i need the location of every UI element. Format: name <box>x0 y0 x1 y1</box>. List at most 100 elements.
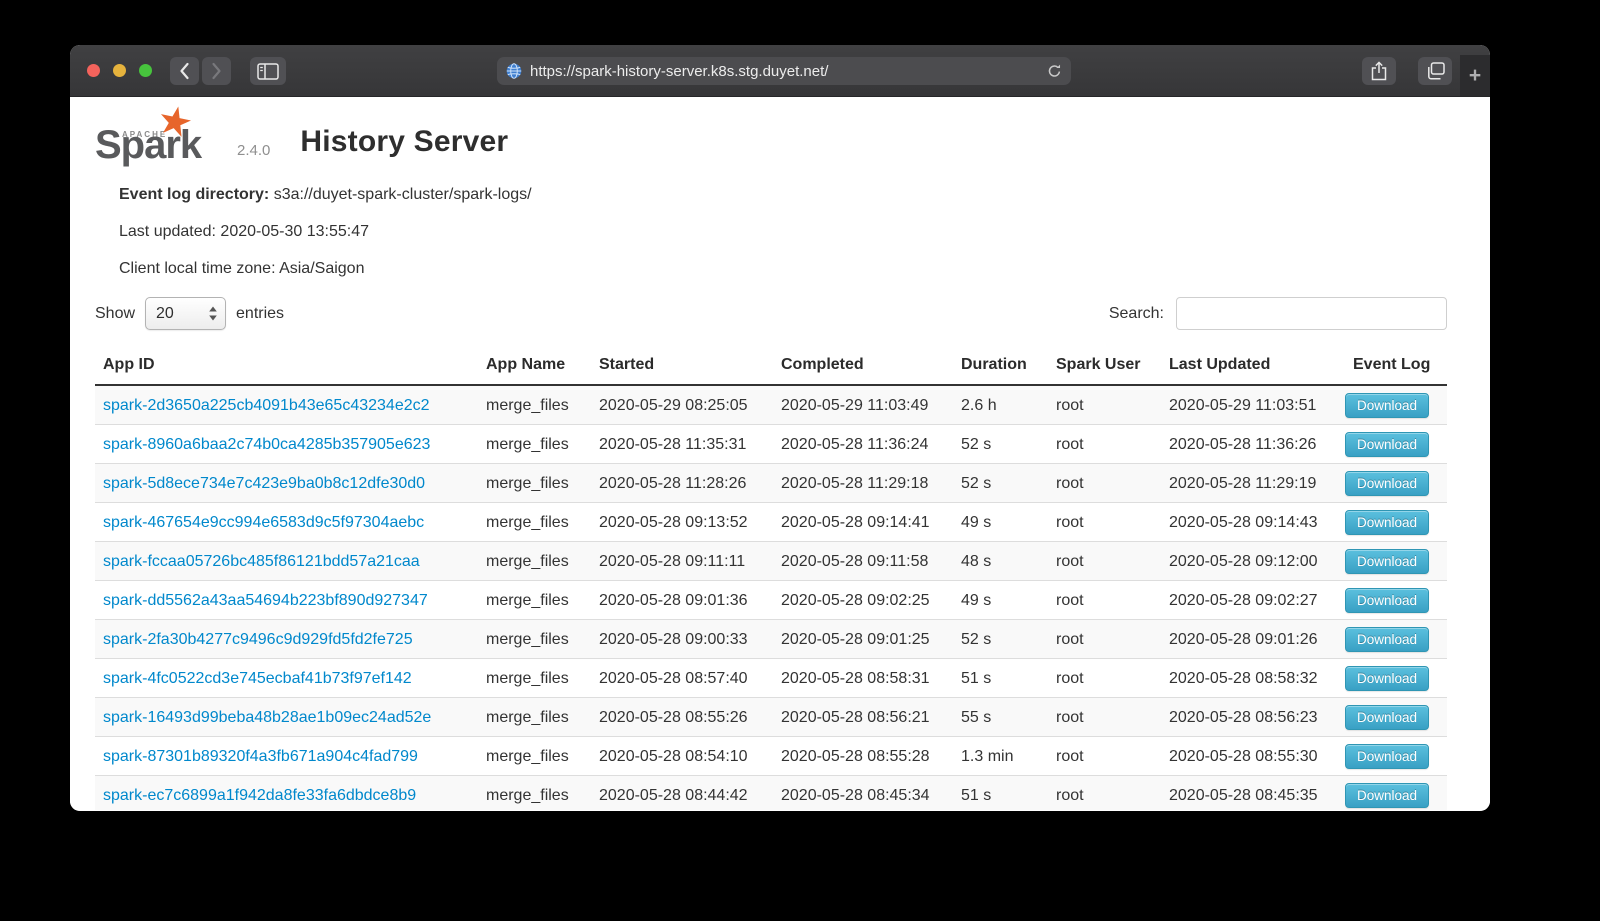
table-row: spark-ec7c6899a1f942da8fe33fa6dbdce8b9me… <box>95 776 1447 811</box>
address-bar[interactable]: https://spark-history-server.k8s.stg.duy… <box>497 57 1071 85</box>
started-cell: 2020-05-28 08:55:26 <box>591 698 773 737</box>
app-id-link[interactable]: spark-fccaa05726bc485f86121bdd57a21caa <box>103 553 420 570</box>
sidebar-toggle-button[interactable] <box>250 57 286 85</box>
app-id-link[interactable]: spark-ec7c6899a1f942da8fe33fa6dbdce8b9 <box>103 787 416 804</box>
table-row: spark-fccaa05726bc485f86121bdd57a21caame… <box>95 542 1447 581</box>
app-id-link[interactable]: spark-8960a6baa2c74b0ca4285b357905e623 <box>103 436 430 453</box>
duration-cell: 52 s <box>953 620 1048 659</box>
event-log-directory-label: Event log directory: <box>119 186 269 203</box>
spark-user-cell: root <box>1048 659 1161 698</box>
duration-cell: 48 s <box>953 542 1048 581</box>
app-name-cell: merge_files <box>478 620 591 659</box>
download-button[interactable]: Download <box>1345 393 1429 418</box>
app-name-cell: merge_files <box>478 385 591 425</box>
download-button[interactable]: Download <box>1345 549 1429 574</box>
globe-icon <box>506 63 522 79</box>
minimize-window-button[interactable] <box>113 64 126 77</box>
duration-cell: 51 s <box>953 776 1048 811</box>
overlapping-squares-icon <box>1426 62 1445 80</box>
spark-user-cell: root <box>1048 464 1161 503</box>
app-id-link[interactable]: spark-467654e9cc994e6583d9c5f97304aebc <box>103 514 424 531</box>
plus-icon: + <box>1469 64 1481 88</box>
column-header-spark-user[interactable]: Spark User <box>1048 350 1161 385</box>
entries-select[interactable]: 20 <box>145 297 226 330</box>
event-log-cell: Download <box>1345 464 1447 503</box>
column-header-last-updated[interactable]: Last Updated <box>1161 350 1345 385</box>
download-button[interactable]: Download <box>1345 666 1429 691</box>
download-button[interactable]: Download <box>1345 705 1429 730</box>
spark-user-cell: root <box>1048 620 1161 659</box>
app-id-cell: spark-dd5562a43aa54694b223bf890d927347 <box>95 581 478 620</box>
event-log-cell: Download <box>1345 425 1447 464</box>
app-name-cell: merge_files <box>478 737 591 776</box>
app-id-link[interactable]: spark-2d3650a225cb4091b43e65c43234e2c2 <box>103 397 430 414</box>
last-updated-cell: 2020-05-29 11:03:51 <box>1161 385 1345 425</box>
event-log-cell: Download <box>1345 385 1447 425</box>
traffic-lights <box>87 64 152 77</box>
duration-cell: 1.3 min <box>953 737 1048 776</box>
download-button[interactable]: Download <box>1345 510 1429 535</box>
download-button[interactable]: Download <box>1345 588 1429 613</box>
download-button[interactable]: Download <box>1345 744 1429 769</box>
reload-icon[interactable] <box>1047 63 1062 79</box>
column-header-completed[interactable]: Completed <box>773 350 953 385</box>
search-input[interactable] <box>1176 297 1447 330</box>
chevron-right-icon <box>211 62 222 80</box>
table-row: spark-87301b89320f4a3fb671a904c4fad799 me… <box>95 737 1447 776</box>
download-button[interactable]: Download <box>1345 471 1429 496</box>
spark-user-cell: root <box>1048 737 1161 776</box>
column-header-app-id[interactable]: App ID <box>95 350 478 385</box>
applications-table: App IDApp NameStartedCompletedDurationSp… <box>95 350 1447 810</box>
app-id-link[interactable]: spark-dd5562a43aa54694b223bf890d927347 <box>103 592 428 609</box>
app-id-cell: spark-87301b89320f4a3fb671a904c4fad799 <box>95 737 478 776</box>
app-id-link[interactable]: spark-4fc0522cd3e745ecbaf41b73f97ef142 <box>103 670 412 687</box>
duration-cell: 52 s <box>953 425 1048 464</box>
completed-cell: 2020-05-28 09:11:58 <box>773 542 953 581</box>
duration-cell: 55 s <box>953 698 1048 737</box>
column-header-duration[interactable]: Duration <box>953 350 1048 385</box>
last-updated-line: Last updated: 2020-05-30 13:55:47 <box>119 222 1447 241</box>
column-header-started[interactable]: Started <box>591 350 773 385</box>
app-id-link[interactable]: spark-5d8ece734e7c423e9ba0b8c12dfe30d0 <box>103 475 425 492</box>
table-row: spark-dd5562a43aa54694b223bf890d927347 me… <box>95 581 1447 620</box>
share-button[interactable] <box>1362 57 1396 85</box>
spark-logo: APACHE Spark ★ <box>95 109 223 165</box>
zoom-window-button[interactable] <box>139 64 152 77</box>
app-id-link[interactable]: spark-16493d99beba48b28ae1b09ec24ad52e <box>103 709 431 726</box>
download-button[interactable]: Download <box>1345 432 1429 457</box>
started-cell: 2020-05-28 08:54:10 <box>591 737 773 776</box>
spark-user-cell: root <box>1048 776 1161 811</box>
forward-button[interactable] <box>202 57 231 85</box>
close-window-button[interactable] <box>87 64 100 77</box>
column-header-app-name[interactable]: App Name <box>478 350 591 385</box>
event-log-cell: Download <box>1345 659 1447 698</box>
download-button[interactable]: Download <box>1345 627 1429 652</box>
app-name-cell: merge_files <box>478 581 591 620</box>
app-id-link[interactable]: spark-2fa30b4277c9496c9d929fd5fd2fe725 <box>103 631 413 648</box>
download-button[interactable]: Download <box>1345 783 1429 808</box>
last-updated-cell: 2020-05-28 09:12:00 <box>1161 542 1345 581</box>
column-header-event-log[interactable]: Event Log <box>1345 350 1447 385</box>
completed-cell: 2020-05-28 08:58:31 <box>773 659 953 698</box>
app-name-cell: merge_files <box>478 464 591 503</box>
completed-cell: 2020-05-28 11:36:24 <box>773 425 953 464</box>
event-log-cell: Download <box>1345 581 1447 620</box>
started-cell: 2020-05-28 09:13:52 <box>591 503 773 542</box>
last-updated-cell: 2020-05-28 08:56:23 <box>1161 698 1345 737</box>
started-cell: 2020-05-29 08:25:05 <box>591 385 773 425</box>
app-id-cell: spark-2fa30b4277c9496c9d929fd5fd2fe725 <box>95 620 478 659</box>
completed-cell: 2020-05-28 08:45:34 <box>773 776 953 811</box>
tab-overview-button[interactable] <box>1418 57 1452 85</box>
app-id-link[interactable]: spark-87301b89320f4a3fb671a904c4fad799 <box>103 748 418 765</box>
last-updated-cell: 2020-05-28 09:14:43 <box>1161 503 1345 542</box>
last-updated-cell: 2020-05-28 08:45:35 <box>1161 776 1345 811</box>
back-button[interactable] <box>170 57 199 85</box>
started-cell: 2020-05-28 08:44:42 <box>591 776 773 811</box>
share-icon <box>1371 61 1387 81</box>
app-id-cell: spark-5d8ece734e7c423e9ba0b8c12dfe30d0 <box>95 464 478 503</box>
new-tab-button[interactable]: + <box>1460 55 1490 96</box>
timezone-line: Client local time zone: Asia/Saigon <box>119 259 1447 278</box>
event-log-cell: Download <box>1345 542 1447 581</box>
table-row: spark-2fa30b4277c9496c9d929fd5fd2fe725 me… <box>95 620 1447 659</box>
table-body: spark-2d3650a225cb4091b43e65c43234e2c2 me… <box>95 385 1447 810</box>
